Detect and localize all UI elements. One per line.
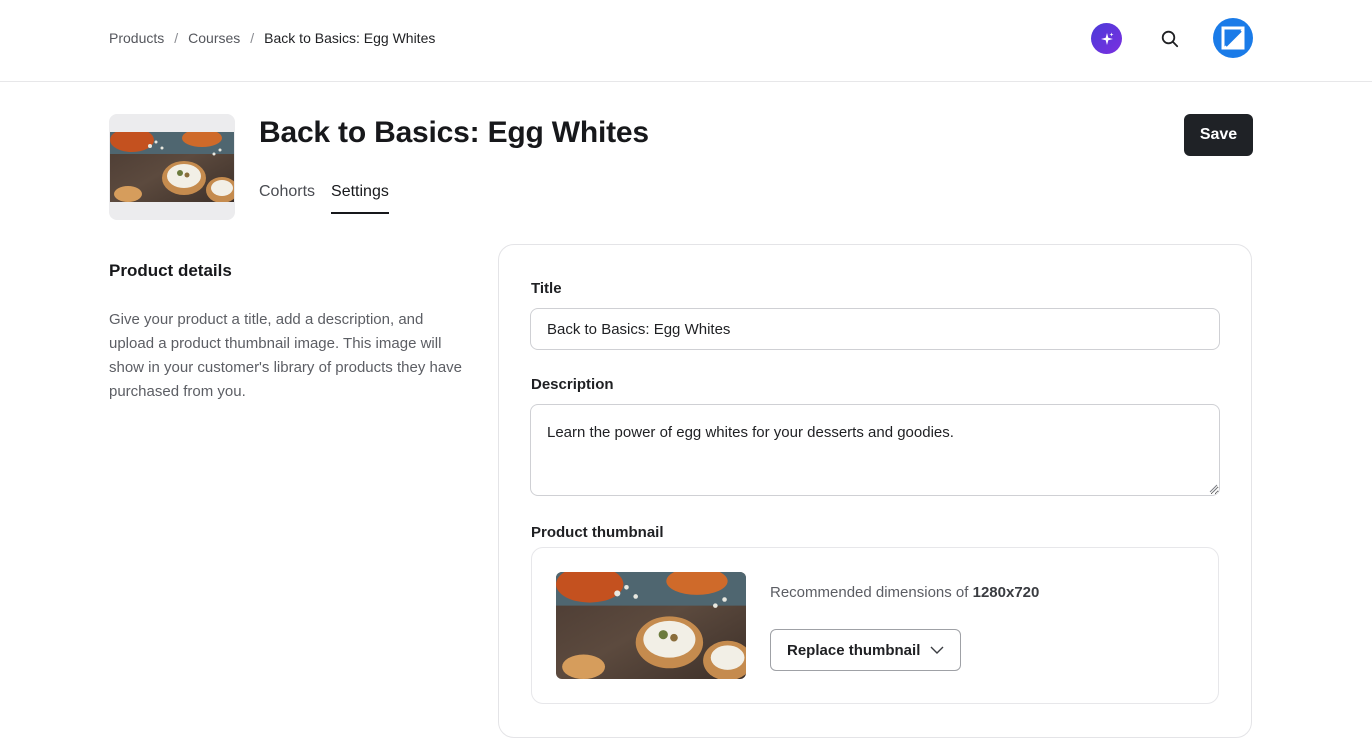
- section-title: Product details: [109, 261, 232, 280]
- top-bar: Products / Courses / Back to Basics: Egg…: [0, 0, 1372, 82]
- resize-handle-icon[interactable]: [1208, 483, 1218, 493]
- thumbnail-label: Product thumbnail: [531, 524, 664, 541]
- description-label: Description: [531, 376, 614, 393]
- product-header-thumbnail: [109, 114, 235, 220]
- replace-thumbnail-label: Replace thumbnail: [787, 641, 921, 659]
- search-icon: [1161, 30, 1179, 48]
- breadcrumb-current: Back to Basics: Egg Whites: [264, 30, 436, 46]
- brand-logo-icon: [1221, 26, 1245, 50]
- tab-settings[interactable]: Settings: [331, 183, 389, 214]
- save-button[interactable]: Save: [1184, 114, 1253, 156]
- page-title: Back to Basics: Egg Whites: [259, 116, 649, 149]
- ai-assistant-button[interactable]: [1091, 23, 1122, 54]
- breadcrumb-separator: /: [174, 30, 179, 46]
- tab-cohorts[interactable]: Cohorts: [259, 183, 315, 214]
- breadcrumb: Products / Courses / Back to Basics: Egg…: [109, 30, 435, 46]
- tab-bar: Cohorts Settings: [259, 183, 405, 214]
- product-image: [110, 132, 234, 202]
- recommended-dimensions-prefix: Recommended dimensions of: [770, 584, 969, 601]
- chevron-down-icon: [930, 646, 944, 654]
- sparkle-icon: [1100, 32, 1113, 45]
- search-button[interactable]: [1157, 26, 1183, 52]
- product-image: [556, 572, 746, 679]
- breadcrumb-separator: /: [250, 30, 255, 46]
- breadcrumb-products[interactable]: Products: [109, 30, 164, 46]
- title-input[interactable]: [530, 308, 1220, 350]
- replace-thumbnail-button[interactable]: Replace thumbnail: [770, 629, 961, 671]
- description-textarea[interactable]: Learn the power of egg whites for your d…: [530, 404, 1220, 496]
- section-description: Give your product a title, add a descrip…: [109, 311, 463, 400]
- recommended-dimensions-size: 1280x720: [972, 584, 1040, 601]
- breadcrumb-courses[interactable]: Courses: [188, 30, 240, 46]
- title-label: Title: [531, 280, 562, 297]
- recommended-dimensions: Recommended dimensions of 1280x720: [770, 584, 1039, 601]
- avatar[interactable]: [1213, 18, 1253, 58]
- thumbnail-preview: [556, 572, 746, 679]
